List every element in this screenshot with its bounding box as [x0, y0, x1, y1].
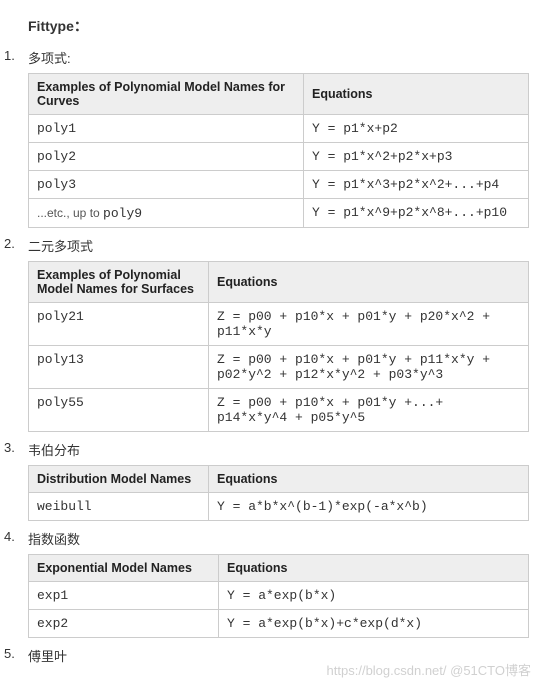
model-name: poly21	[37, 309, 84, 324]
model-table: Exponential Model NamesEquations exp1 Y = …	[28, 554, 529, 638]
table-header: Equations	[209, 466, 529, 493]
model-name-cell: poly13	[29, 346, 209, 389]
section-heading: 2.二元多项式	[28, 236, 529, 255]
table-row: weibull Y = a*b*x^(b-1)*exp(-a*x^b)	[29, 493, 529, 521]
equation-cell: Z = p00 + p10*x + p01*y + p20*x^2 + p11*…	[209, 303, 529, 346]
equation-cell: Y = p1*x^3+p2*x^2+...+p4	[304, 171, 529, 199]
equation-cell: Z = p00 + p10*x + p01*y + p11*x*y + p02*…	[209, 346, 529, 389]
model-name-cell: poly1	[29, 115, 304, 143]
table-header: Examples of Polynomial Model Names for S…	[29, 262, 209, 303]
row-prefix: ...etc., up to	[37, 206, 103, 220]
page-title: Fittype：	[28, 16, 529, 36]
section-heading: 5.傅里叶	[28, 646, 529, 665]
model-name: poly3	[37, 177, 76, 192]
table-row: poly1 Y = p1*x+p2	[29, 115, 529, 143]
table-header: Equations	[209, 262, 529, 303]
table-row: poly2 Y = p1*x^2+p2*x+p3	[29, 143, 529, 171]
equation-cell: Y = a*exp(b*x)+c*exp(d*x)	[219, 610, 529, 638]
table-header: Exponential Model Names	[29, 555, 219, 582]
section-number: 4.	[4, 529, 28, 548]
table-row: ...etc., up to poly9Y = p1*x^9+p2*x^8+..…	[29, 199, 529, 228]
table-row: exp2 Y = a*exp(b*x)+c*exp(d*x)	[29, 610, 529, 638]
model-name-cell: poly2	[29, 143, 304, 171]
model-name: exp1	[37, 588, 68, 603]
section-number: 1.	[4, 48, 28, 67]
model-table: Examples of Polynomial Model Names for S…	[28, 261, 529, 432]
equation-cell: Y = a*b*x^(b-1)*exp(-a*x^b)	[209, 493, 529, 521]
model-name: poly1	[37, 121, 76, 136]
table-row: exp1 Y = a*exp(b*x)	[29, 582, 529, 610]
section-label: 二元多项式	[28, 236, 93, 255]
model-table: Distribution Model NamesEquationsweibull…	[28, 465, 529, 521]
section-label: 多项式:	[28, 48, 71, 67]
model-table: Examples of Polynomial Model Names for C…	[28, 73, 529, 228]
model-name-cell: ...etc., up to poly9	[29, 199, 304, 228]
model-name: poly9	[103, 206, 142, 221]
section-number: 3.	[4, 440, 28, 459]
equation-cell: Z = p00 + p10*x + p01*y +...+ p14*x*y^4 …	[209, 389, 529, 432]
section-heading: 1.多项式:	[28, 48, 529, 67]
table-row: poly13 Z = p00 + p10*x + p01*y + p11*x*y …	[29, 346, 529, 389]
model-name-cell: exp1	[29, 582, 219, 610]
content-list: 1.多项式: Examples of Polynomial Model Names…	[28, 48, 529, 665]
model-name-cell: weibull	[29, 493, 209, 521]
section-label: 韦伯分布	[28, 440, 80, 459]
model-name: poly2	[37, 149, 76, 164]
model-name-cell: poly55	[29, 389, 209, 432]
equation-cell: Y = p1*x^2+p2*x+p3	[304, 143, 529, 171]
table-header: Equations	[219, 555, 529, 582]
section-label: 指数函数	[28, 529, 80, 548]
table-row: poly55 Z = p00 + p10*x + p01*y +...+ p14*…	[29, 389, 529, 432]
model-name: poly13	[37, 352, 84, 367]
model-name: weibull	[37, 499, 92, 514]
table-row: poly3 Y = p1*x^3+p2*x^2+...+p4	[29, 171, 529, 199]
model-name-cell: poly21	[29, 303, 209, 346]
section-number: 2.	[4, 236, 28, 255]
model-name-cell: poly3	[29, 171, 304, 199]
equation-cell: Y = p1*x+p2	[304, 115, 529, 143]
section-heading: 3.韦伯分布	[28, 440, 529, 459]
model-name-cell: exp2	[29, 610, 219, 638]
table-header: Examples of Polynomial Model Names for C…	[29, 74, 304, 115]
model-name: poly55	[37, 395, 84, 410]
table-header: Distribution Model Names	[29, 466, 209, 493]
equation-cell: Y = p1*x^9+p2*x^8+...+p10	[304, 199, 529, 228]
model-name: exp2	[37, 616, 68, 631]
section-heading: 4.指数函数	[28, 529, 529, 548]
section-label: 傅里叶	[28, 646, 67, 665]
table-row: poly21 Z = p00 + p10*x + p01*y + p20*x^2 …	[29, 303, 529, 346]
table-header: Equations	[304, 74, 529, 115]
section-number: 5.	[4, 646, 28, 665]
equation-cell: Y = a*exp(b*x)	[219, 582, 529, 610]
